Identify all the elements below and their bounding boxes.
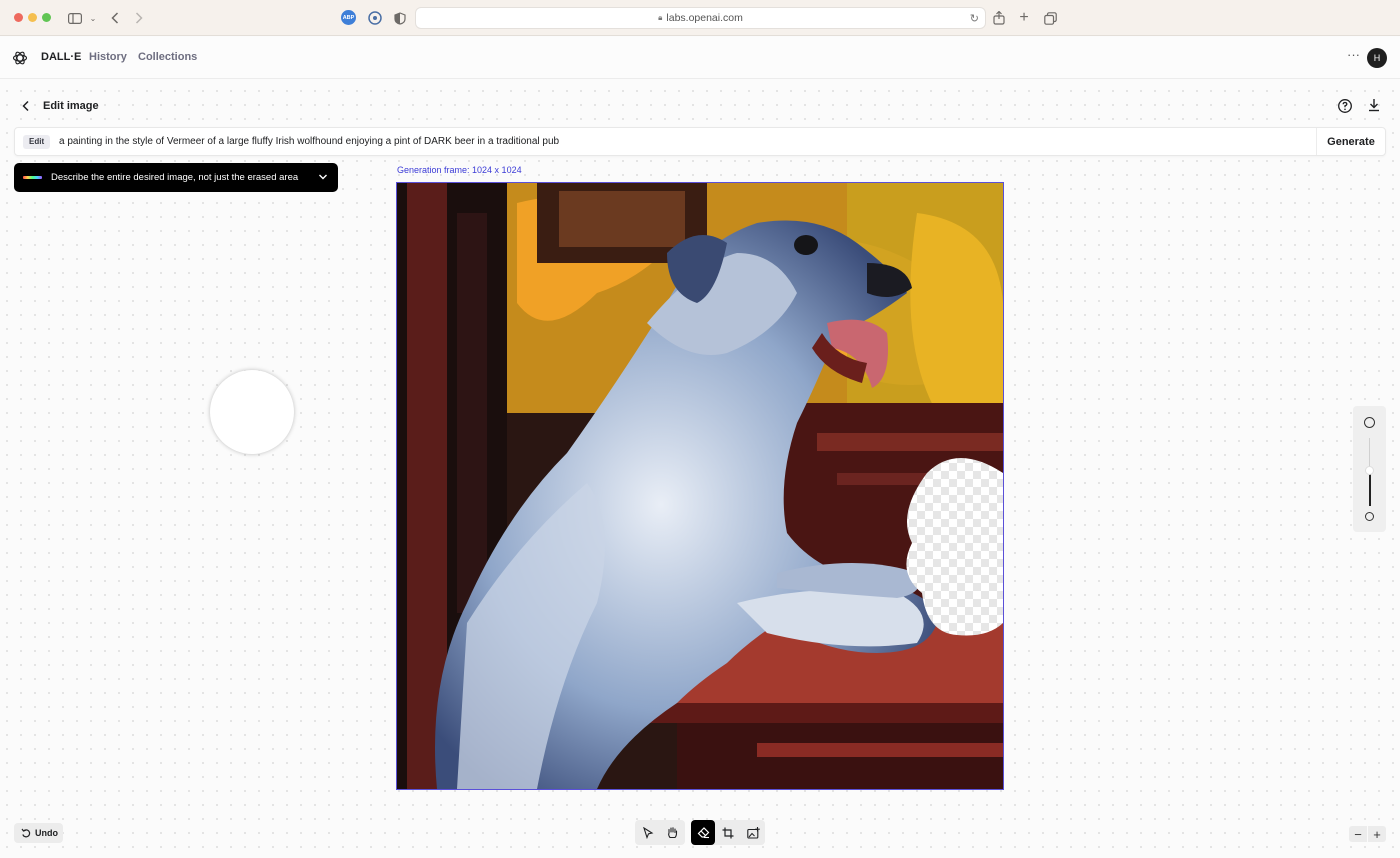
sidebar-toggle-icon[interactable] xyxy=(66,9,84,27)
navigation-toolbar xyxy=(635,820,685,845)
generate-button[interactable]: Generate xyxy=(1316,128,1385,155)
brush-large-icon[interactable] xyxy=(1364,417,1375,428)
edit-toolbar xyxy=(691,820,765,845)
slider-knob[interactable] xyxy=(1365,466,1374,475)
upload-image-tool[interactable] xyxy=(741,820,765,845)
close-window-button[interactable] xyxy=(14,13,23,22)
nav-history[interactable]: History xyxy=(89,51,127,63)
forward-arrow-icon[interactable] xyxy=(130,9,148,27)
undo-icon xyxy=(21,828,31,838)
dog-painting-image xyxy=(397,183,1003,789)
nav-collections[interactable]: Collections xyxy=(138,51,197,63)
page-title: Edit image xyxy=(43,100,99,112)
reload-icon[interactable]: ↻ xyxy=(970,12,979,25)
brush-cursor xyxy=(210,370,294,454)
tab-overview-icon[interactable] xyxy=(1041,9,1059,27)
back-arrow-icon[interactable] xyxy=(106,9,124,27)
more-options-icon[interactable]: ··· xyxy=(1347,47,1360,62)
zoom-window-button[interactable] xyxy=(42,13,51,22)
lock-icon: 🔒︎ xyxy=(658,13,663,22)
slider-fill xyxy=(1368,472,1371,506)
address-bar[interactable]: 🔒︎ labs.openai.com ↻ xyxy=(415,7,986,29)
brand-name[interactable]: DALL·E xyxy=(41,51,81,63)
cursor-icon xyxy=(643,826,654,839)
back-icon[interactable] xyxy=(18,98,34,114)
minimize-window-button[interactable] xyxy=(28,13,37,22)
chevron-down-icon[interactable] xyxy=(318,172,328,182)
add-image-icon xyxy=(746,826,760,839)
crop-tool[interactable] xyxy=(716,820,740,845)
rainbow-icon xyxy=(23,176,42,179)
undo-button[interactable]: Undo xyxy=(14,823,63,843)
prompt-bar: Edit a painting in the style of Vermeer … xyxy=(14,127,1386,156)
eraser-icon xyxy=(697,827,709,839)
hand-icon xyxy=(667,827,677,839)
pan-tool[interactable] xyxy=(660,820,684,845)
share-icon[interactable] xyxy=(990,9,1008,27)
generation-frame-label: Generation frame: 1024 x 1024 xyxy=(397,165,522,175)
prompt-input[interactable]: a painting in the style of Vermeer of a … xyxy=(59,136,559,147)
help-icon[interactable] xyxy=(1337,98,1353,114)
adblock-extension-icon[interactable]: ABP xyxy=(341,10,356,25)
browser-toolbar: ⌄ ABP 🔒︎ labs.openai.com ↻ + xyxy=(0,0,1400,36)
eraser-tool[interactable] xyxy=(691,820,715,845)
edit-mode-chip: Edit xyxy=(23,135,51,149)
chevron-down-icon[interactable]: ⌄ xyxy=(84,9,102,27)
new-tab-icon[interactable]: + xyxy=(1015,9,1033,27)
tip-text: Describe the entire desired image, not j… xyxy=(51,172,299,183)
image-canvas[interactable] xyxy=(396,182,1004,790)
password-extension-icon[interactable] xyxy=(366,9,384,27)
brush-size-slider[interactable] xyxy=(1353,406,1386,532)
app-header: DALL·E History Collections ··· H xyxy=(0,37,1400,79)
zoom-out-button[interactable]: − xyxy=(1349,826,1367,842)
zoom-in-button[interactable]: + xyxy=(1368,826,1386,842)
shield-icon[interactable] xyxy=(391,9,409,27)
undo-label: Undo xyxy=(35,828,58,838)
url-text: labs.openai.com xyxy=(666,12,743,24)
download-icon[interactable] xyxy=(1366,97,1382,113)
avatar[interactable]: H xyxy=(1367,48,1387,68)
crop-frame-icon xyxy=(722,827,734,838)
openai-logo-icon[interactable] xyxy=(12,50,28,66)
select-tool[interactable] xyxy=(636,820,660,845)
brush-small-icon[interactable] xyxy=(1365,512,1374,521)
tip-banner[interactable]: Describe the entire desired image, not j… xyxy=(14,163,338,192)
